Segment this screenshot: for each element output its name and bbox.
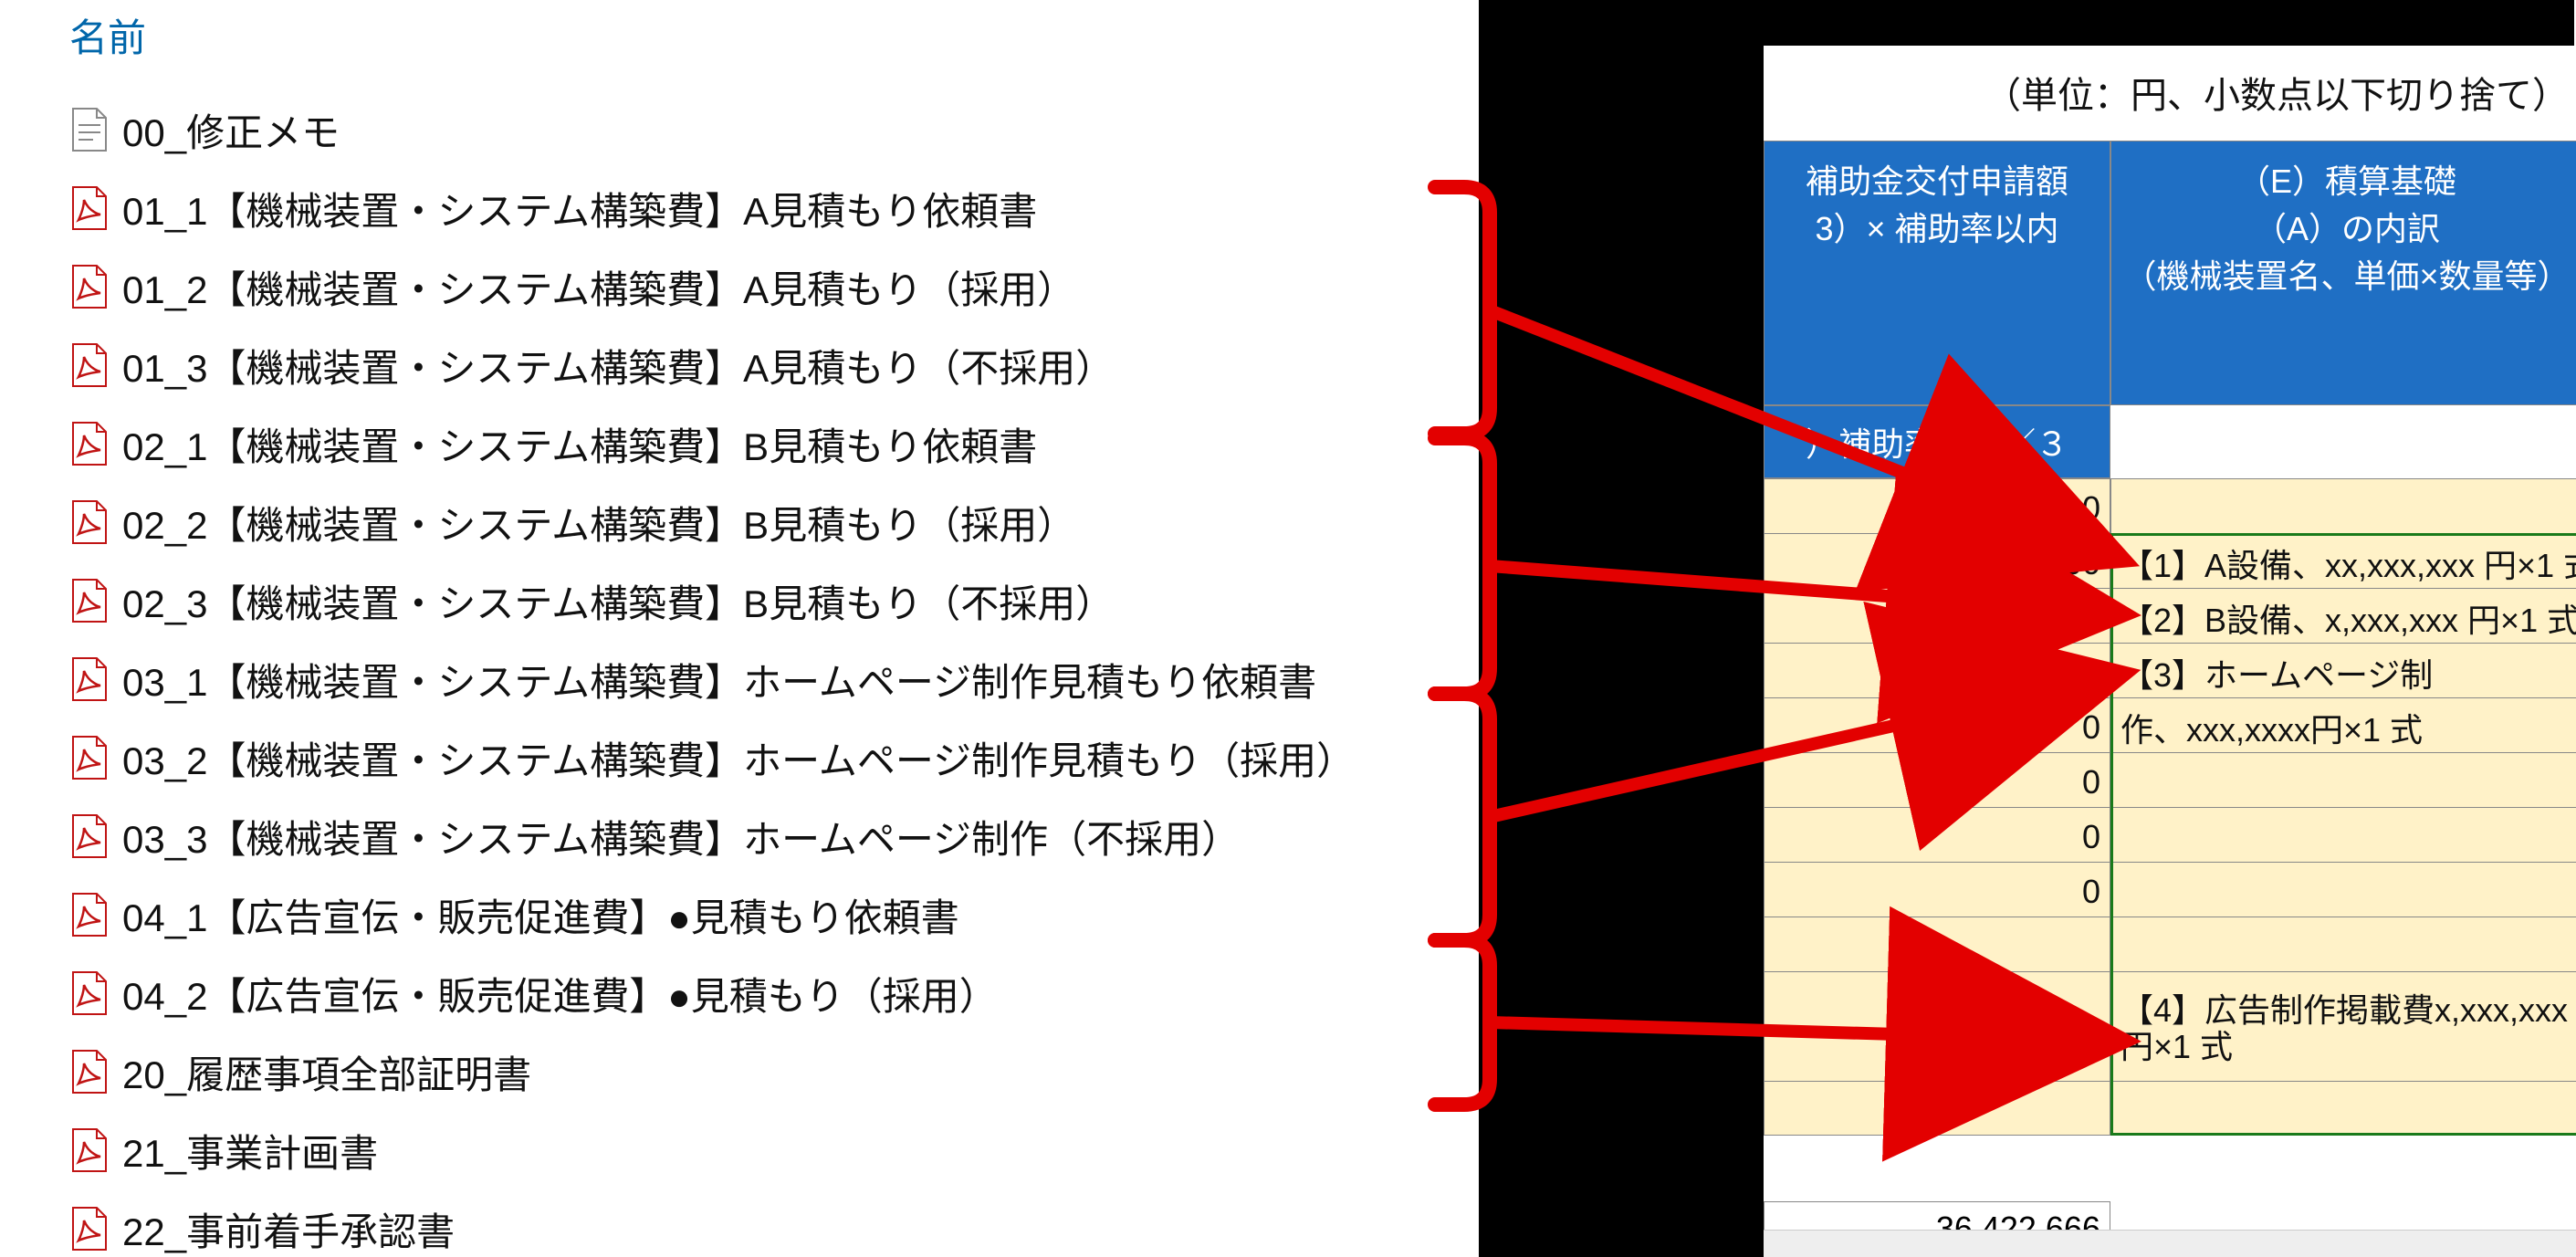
- file-name: 04_1【広告宣伝・販売促進費】●見積もり依頼書: [122, 887, 959, 943]
- cell-d[interactable]: 0: [1764, 808, 2110, 863]
- cell-d[interactable]: 0: [1764, 644, 2110, 698]
- col-header-e-line1: （E）積算基礎: [2123, 158, 2570, 205]
- file-row[interactable]: 01_2【機械装置・システム構築費】A見積もり（採用）: [37, 247, 1406, 326]
- file-row[interactable]: 03_3【機械装置・システム構築費】ホームページ制作（不採用）: [37, 797, 1406, 875]
- file-explorer: 名前 00_修正メモ 01_1【機械装置・システム構築費】A見積もり依頼書 01…: [37, 0, 1406, 1257]
- pdf-file-icon: [69, 499, 110, 545]
- cell-e[interactable]: 【2】B設備、x,xxx,xxx 円×1 式: [2111, 589, 2576, 644]
- file-name: 02_1【機械装置・システム構築費】B見積もり依頼書: [122, 416, 1037, 472]
- file-list: 00_修正メモ 01_1【機械装置・システム構築費】A見積もり依頼書 01_2【…: [37, 90, 1406, 1257]
- spreadsheet-visible-area: （単位：円、小数点以下切り捨て） 補助金交付申請額 3）× 補助率以内 （E）積…: [1764, 46, 2576, 1257]
- cell-e[interactable]: 【3】ホームページ制: [2111, 644, 2576, 698]
- cell-e[interactable]: [2111, 863, 2576, 917]
- pdf-file-icon: [69, 185, 110, 231]
- pdf-file-icon: [69, 813, 110, 859]
- col-header-e-line3: （機械装置名、単価×数量等）: [2123, 253, 2570, 300]
- file-name: 21_事業計画書: [122, 1123, 378, 1178]
- pdf-file-icon: [69, 264, 110, 309]
- cell-d[interactable]: [1764, 917, 2110, 972]
- file-name: 00_修正メモ: [122, 102, 340, 158]
- cell-e[interactable]: 【4】広告制作掲載費x,xxx,xxx 円×1 式: [2111, 972, 2576, 1082]
- file-row[interactable]: 01_3【機械装置・システム構築費】A見積もり（不採用）: [37, 326, 1406, 404]
- file-row[interactable]: 02_2【機械装置・システム構築費】B見積もり（採用）: [37, 483, 1406, 561]
- file-row[interactable]: 02_1【機械装置・システム構築費】B見積もり依頼書: [37, 404, 1406, 483]
- file-name: 02_3【機械装置・システム構築費】B見積もり（不採用）: [122, 573, 1114, 629]
- file-row[interactable]: 00_修正メモ: [37, 90, 1406, 169]
- file-row[interactable]: 02_3【機械装置・システム構築費】B見積もり（不採用）: [37, 561, 1406, 640]
- spreadsheet-black-mask: （単位：円、小数点以下切り捨て） 補助金交付申請額 3）× 補助率以内 （E）積…: [1479, 0, 2574, 1257]
- cell-d[interactable]: 0: [1764, 479, 2110, 534]
- file-name: 01_2【機械装置・システム構築費】A見積もり（採用）: [122, 259, 1075, 315]
- cell-d[interactable]: 0: [1764, 698, 2110, 753]
- cell-d[interactable]: 29,770,000: [1764, 534, 2110, 589]
- pdf-file-icon: [69, 1127, 110, 1173]
- file-name: 02_2【機械装置・システム構築費】B見積もり（採用）: [122, 495, 1075, 550]
- pdf-file-icon: [69, 735, 110, 780]
- file-row[interactable]: 04_2【広告宣伝・販売促進費】●見積もり（採用）: [37, 954, 1406, 1032]
- cell-e[interactable]: [2111, 753, 2576, 808]
- scrollbar-area[interactable]: [1764, 1230, 2576, 1257]
- col-header-e: （E）積算基礎 （A）の内訳 （機械装置名、単価×数量等）: [2110, 141, 2576, 405]
- cell-e[interactable]: [2111, 917, 2576, 972]
- file-column-header-name[interactable]: 名前: [37, 0, 1406, 90]
- file-row[interactable]: 20_履歴事項全部証明書: [37, 1032, 1406, 1111]
- rate-cell: ）補助率 ２／３: [1764, 405, 2110, 478]
- file-row[interactable]: 03_1【機械装置・システム構築費】ホームページ制作見積もり依頼書: [37, 640, 1406, 718]
- pdf-file-icon: [69, 970, 110, 1016]
- file-name: 04_2【広告宣伝・販売促進費】●見積もり（採用）: [122, 966, 998, 1021]
- col-header-d-line1: 補助金交付申請額: [1806, 158, 2068, 205]
- pdf-file-icon: [69, 892, 110, 938]
- col-header-e-line2: （A）の内訳: [2123, 205, 2570, 253]
- pdf-file-icon: [69, 1049, 110, 1095]
- pdf-file-icon: [69, 421, 110, 466]
- pdf-file-icon: [69, 342, 110, 388]
- cell-d[interactable]: 0: [1764, 589, 2110, 644]
- col-e-body[interactable]: 【1】A設備、xx,xxx,xxx 円×1 式【2】B設備、x,xxx,xxx …: [2110, 478, 2576, 1136]
- file-row[interactable]: 04_1【広告宣伝・販売促進費】●見積もり依頼書: [37, 875, 1406, 954]
- cell-e[interactable]: 作、xxx,xxxx円×1 式: [2111, 698, 2576, 753]
- pdf-file-icon: [69, 1206, 110, 1252]
- text-file-icon: [69, 107, 110, 152]
- file-row[interactable]: 03_2【機械装置・システム構築費】ホームページ制作見積もり（採用）: [37, 718, 1406, 797]
- cell-e[interactable]: [2111, 808, 2576, 863]
- col-d-body[interactable]: 029,770,0000000006,652,666: [1764, 478, 2110, 1136]
- pdf-file-icon: [69, 578, 110, 623]
- cell-e[interactable]: 【1】A設備、xx,xxx,xxx 円×1 式: [2111, 534, 2576, 589]
- file-name: 03_2【機械装置・システム構築費】ホームページ制作見積もり（採用）: [122, 730, 1355, 786]
- cell-d[interactable]: 0: [1764, 863, 2110, 917]
- file-row[interactable]: 22_事前着手承認書: [37, 1189, 1406, 1257]
- file-row[interactable]: 01_1【機械装置・システム構築費】A見積もり依頼書: [37, 169, 1406, 247]
- col-header-d: 補助金交付申請額 3）× 補助率以内: [1764, 141, 2110, 405]
- file-name: 20_履歴事項全部証明書: [122, 1044, 531, 1100]
- pdf-file-icon: [69, 656, 110, 702]
- file-name: 03_1【機械装置・システム構築費】ホームページ制作見積もり依頼書: [122, 652, 1316, 707]
- file-name: 01_1【機械装置・システム構築費】A見積もり依頼書: [122, 181, 1037, 236]
- file-name: 03_3【機械装置・システム構築費】ホームページ制作（不採用）: [122, 809, 1240, 864]
- cell-d[interactable]: 6,652,666: [1764, 972, 2110, 1082]
- cell-e[interactable]: [2111, 479, 2576, 534]
- cell-d[interactable]: 0: [1764, 753, 2110, 808]
- unit-note: （単位：円、小数点以下切り捨て）: [1745, 66, 2569, 119]
- file-row[interactable]: 21_事業計画書: [37, 1111, 1406, 1189]
- col-header-d-line2: 3）× 補助率以内: [1806, 205, 2068, 253]
- file-name: 22_事前着手承認書: [122, 1201, 455, 1257]
- file-name: 01_3【機械装置・システム構築費】A見積もり（不採用）: [122, 338, 1114, 393]
